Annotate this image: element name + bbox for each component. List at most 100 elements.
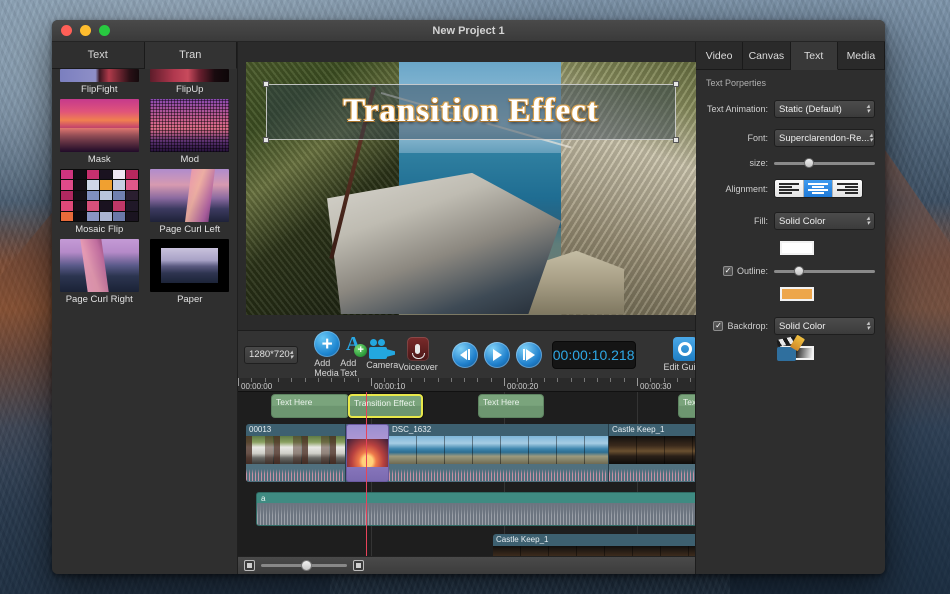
skip-forward-icon[interactable] [516, 342, 542, 368]
video-track[interactable]: 00013 DSC_1632Castle Keep_1 [246, 424, 695, 482]
filmstrip-frame [417, 436, 445, 464]
outline-slider[interactable] [774, 270, 875, 273]
transition-clip[interactable] [346, 424, 389, 482]
playhead[interactable] [366, 392, 367, 556]
video-clip-label: Castle Keep_1 [609, 424, 695, 436]
outline-row: ✓ Outline: [706, 266, 875, 276]
transition-item[interactable]: Mosaic Flip [56, 169, 143, 236]
ruler-tick-minor [464, 378, 465, 382]
add-text-button[interactable]: A+ Add Text [340, 331, 366, 378]
zoom-slider-knob[interactable] [301, 560, 312, 571]
resize-handle-top-left[interactable] [263, 81, 269, 87]
backdrop-checkbox[interactable]: ✓ [713, 321, 723, 331]
ruler-tick-minor [650, 378, 651, 382]
filmstrip [389, 436, 608, 464]
tab-text[interactable]: Text [52, 42, 145, 69]
tab-transition[interactable]: Tran [145, 42, 238, 69]
play-icon[interactable] [484, 342, 510, 368]
text-clip-label: Transition Effect [354, 398, 415, 408]
add-text-label: Add Text [340, 358, 366, 378]
inspector-body: Text Porperties Text Animation: Static (… [696, 70, 885, 574]
fit-timeline-icon[interactable] [353, 560, 364, 571]
transition-thumbnail[interactable] [60, 239, 139, 292]
video-clip[interactable]: 00013 [246, 424, 346, 482]
filmstrip-frame [693, 436, 695, 464]
fill-color-swatch[interactable] [780, 241, 814, 255]
ruler-tick-minor [305, 378, 306, 382]
window-title: New Project 1 [52, 25, 885, 37]
timeline-tracks[interactable]: Text Here Transition Effect Text Here Text … [238, 392, 695, 556]
alignment-label: Alignment: [706, 184, 774, 194]
timecode-display[interactable]: 00:00:10.218 [552, 341, 636, 369]
transition-thumbnail[interactable] [150, 169, 229, 222]
ruler-label: 00:00:20 [505, 382, 538, 391]
filmstrip-frame [585, 436, 609, 464]
video-clip[interactable]: Castle Keep_1 [609, 424, 695, 482]
outline-color-swatch[interactable] [780, 287, 814, 301]
transition-item[interactable]: Page Curl Left [147, 169, 234, 236]
text-clip[interactable]: Text Here [678, 394, 695, 418]
alignment-row: Alignment: [706, 179, 875, 198]
add-media-button[interactable]: + Add Media [314, 331, 340, 378]
transition-item[interactable]: FlipUp [147, 69, 234, 96]
timeline-zoom-slider[interactable] [261, 564, 347, 567]
title-text-box[interactable]: Transition Effect [266, 84, 676, 140]
stepper-icon: ▴▾ [869, 133, 873, 143]
audio-clip[interactable]: a [256, 492, 695, 526]
transition-thumbnail[interactable] [150, 239, 229, 292]
tab-media[interactable]: Media [838, 42, 885, 70]
text-clip[interactable]: Text Here [478, 394, 544, 418]
size-slider[interactable] [774, 162, 875, 165]
transition-thumbnail[interactable] [60, 169, 139, 222]
text-clip[interactable]: Transition Effect [348, 394, 423, 418]
ruler-tick-minor [491, 378, 492, 382]
transition-item[interactable]: Page Curl Right [56, 239, 143, 306]
tab-text-inspector[interactable]: Text [791, 42, 838, 70]
align-left-button[interactable] [775, 180, 804, 197]
fill-select[interactable]: Solid Color ▴▾ [774, 212, 875, 230]
backdrop-select[interactable]: Solid Color ▴▾ [774, 317, 875, 335]
transition-item[interactable]: Paper [147, 239, 234, 306]
transition-thumbnail[interactable] [150, 99, 229, 152]
text-clip[interactable]: Text Here [271, 394, 349, 418]
transition-thumbnail[interactable] [60, 99, 139, 152]
inspector-panel: Video Canvas Text Media Text Porperties … [695, 42, 885, 574]
video-clip[interactable]: DSC_1632 [389, 424, 609, 482]
size-slider-knob[interactable] [804, 158, 814, 168]
camera-icon [369, 339, 395, 359]
tab-video[interactable]: Video [696, 42, 743, 70]
font-select[interactable]: Superclarendon-Re... ▴▾ [774, 129, 875, 147]
resolution-select[interactable]: 1280*720 ▴▾ [244, 346, 298, 364]
timeline-ruler[interactable]: 00:00:0000:00:1000:00:2000:00:3000:00:40… [238, 378, 695, 392]
clip-audio-strip [609, 464, 695, 482]
ruler-tick-minor [451, 378, 452, 382]
resize-handle-bottom-right[interactable] [673, 137, 679, 143]
video-clip[interactable]: Castle Keep_1 [493, 534, 695, 556]
fill-value: Solid Color [779, 216, 825, 227]
transition-thumbnail[interactable] [150, 69, 229, 82]
filmstrip-frame [501, 436, 529, 464]
video-canvas[interactable]: Transition Effect [246, 62, 696, 315]
resize-handle-bottom-left[interactable] [263, 137, 269, 143]
ruler-label: 00:00:10 [372, 382, 405, 391]
filmstrip-frame [637, 436, 665, 464]
zoom-out-icon[interactable] [244, 560, 255, 571]
camera-button[interactable]: Camera [366, 339, 398, 370]
stepper-icon: ▴▾ [866, 216, 870, 226]
text-animation-select[interactable]: Static (Default) ▴▾ [774, 100, 875, 118]
outline-checkbox[interactable]: ✓ [723, 266, 733, 276]
resize-handle-top-right[interactable] [673, 81, 679, 87]
backdrop-checkbox-wrap: ✓ Backdrop: [706, 321, 774, 331]
tab-canvas[interactable]: Canvas [743, 42, 790, 70]
transition-item[interactable]: FlipFight [56, 69, 143, 96]
transition-item[interactable]: Mask [56, 99, 143, 166]
transition-item[interactable]: Mod [147, 99, 234, 166]
transition-thumbnail[interactable] [60, 69, 139, 82]
font-value: Superclarendon-Re... [779, 133, 869, 144]
voiceover-button[interactable]: Voiceover [398, 337, 438, 372]
waveform [389, 469, 608, 481]
outline-slider-knob[interactable] [794, 266, 804, 276]
align-right-button[interactable] [833, 180, 862, 197]
align-center-button[interactable] [804, 180, 833, 197]
skip-back-icon[interactable] [452, 342, 478, 368]
